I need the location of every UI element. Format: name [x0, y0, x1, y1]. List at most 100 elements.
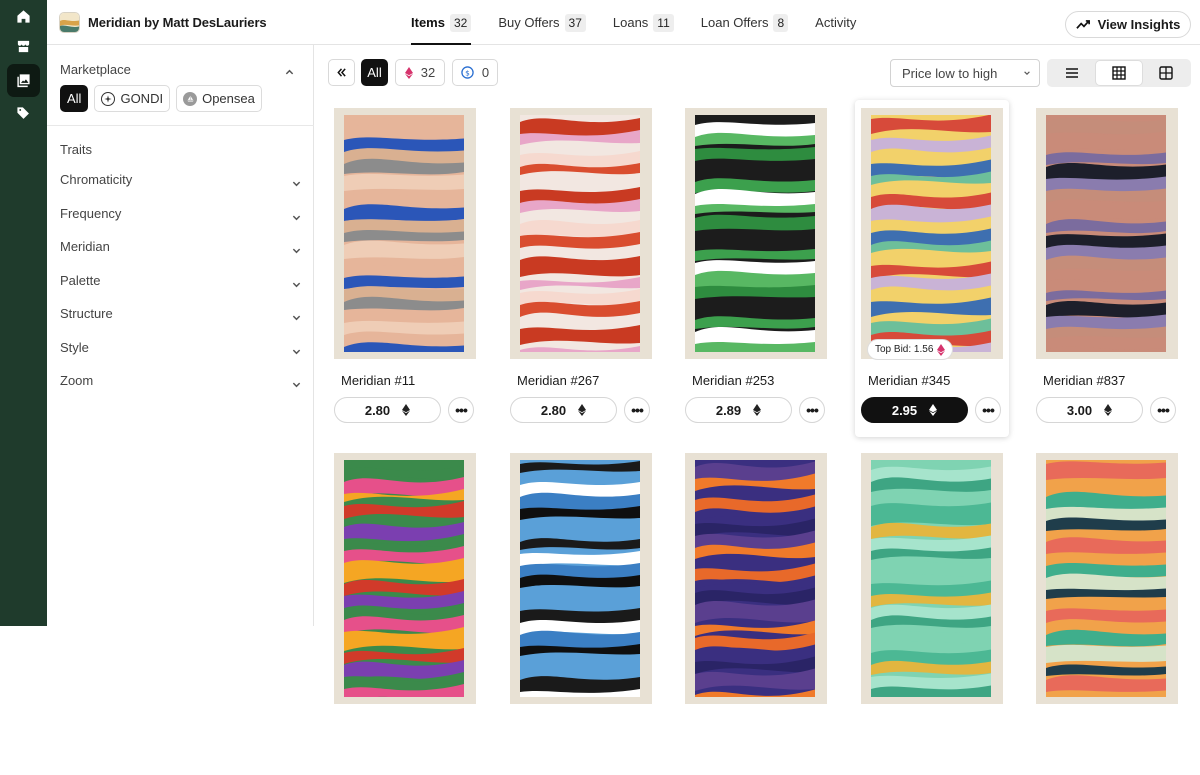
opensea-logo-icon — [183, 91, 198, 106]
list-view-button[interactable] — [1049, 61, 1095, 85]
view-insights-label: View Insights — [1097, 17, 1181, 32]
nft-card[interactable] — [855, 445, 1009, 775]
more-options-button[interactable]: ••• — [448, 397, 474, 423]
more-options-button[interactable]: ••• — [1150, 397, 1176, 423]
ellipsis-icon: ••• — [1157, 402, 1170, 418]
grid-small-view-button[interactable] — [1096, 61, 1142, 85]
trait-label: Meridian — [60, 239, 110, 254]
nft-card[interactable] — [679, 445, 833, 775]
nft-image[interactable] — [685, 453, 827, 704]
marketplace-options: All GONDI Opensea — [60, 85, 262, 112]
grid-large-view-button[interactable] — [1143, 61, 1189, 85]
nft-card[interactable] — [1030, 445, 1184, 775]
filter-all-label: All — [367, 65, 382, 80]
trait-filter-meridian[interactable]: Meridian — [60, 239, 301, 259]
marketplace-opensea-button[interactable]: Opensea — [176, 85, 262, 112]
nft-image[interactable] — [510, 453, 652, 704]
nft-card[interactable]: Meridian #11 2.80 ••• — [328, 100, 482, 437]
nft-card[interactable]: Meridian #267 2.80 ••• — [504, 100, 658, 437]
chevron-down-icon — [292, 349, 301, 355]
tab-count: 8 — [773, 13, 789, 32]
trait-filter-style[interactable]: Style — [60, 340, 301, 360]
gallery-icon — [17, 74, 30, 88]
nft-artwork — [871, 115, 991, 352]
tab-label: Activity — [815, 15, 857, 30]
tab-loan-offers[interactable]: Loan Offers 8 — [700, 0, 789, 45]
tab-activity[interactable]: Activity — [815, 0, 856, 45]
trait-filter-structure[interactable]: Structure — [60, 306, 301, 326]
tags-icon — [17, 107, 29, 119]
filter-currency-usdc-button[interactable]: $ 0 — [452, 59, 498, 86]
more-options-button[interactable]: ••• — [799, 397, 825, 423]
filter-count: 32 — [420, 65, 436, 80]
home-nav-button[interactable] — [7, 0, 40, 33]
nft-image[interactable] — [334, 453, 476, 704]
trait-label: Frequency — [60, 206, 122, 221]
eth-diamond-icon — [578, 404, 587, 416]
sort-selected-value: Price low to high — [902, 65, 998, 81]
nft-artwork — [344, 115, 464, 352]
nft-image[interactable] — [510, 108, 652, 359]
filter-sidebar: Marketplace All GONDI Opensea Traits Chr… — [47, 45, 314, 626]
trait-filter-frequency[interactable]: Frequency — [60, 206, 301, 226]
more-options-button[interactable]: ••• — [624, 397, 650, 423]
filter-currency-eth-button[interactable]: 32 — [395, 59, 445, 86]
marketplace-collapse-toggle[interactable] — [285, 64, 294, 75]
top-bid-badge: Top Bid: 1.56 — [868, 340, 953, 359]
store-nav-button[interactable] — [7, 30, 40, 63]
nft-image[interactable] — [861, 108, 1003, 359]
price-value: 2.95 — [891, 402, 918, 418]
top-bar: Meridian by Matt DesLauriers Items 32 Bu… — [47, 0, 1200, 45]
collections-nav-button[interactable] — [7, 64, 40, 97]
nft-card[interactable] — [504, 445, 658, 775]
buy-price-button[interactable]: 2.80 — [334, 397, 441, 423]
marketplace-all-button[interactable]: All — [60, 85, 89, 112]
nft-card[interactable]: Top Bid: 1.56 Meridian #345 2.95 ••• — [855, 100, 1009, 437]
buy-price-button[interactable]: 2.89 — [685, 397, 792, 423]
view-insights-button[interactable]: View Insights — [1065, 11, 1191, 38]
trait-filter-palette[interactable]: Palette — [60, 273, 301, 293]
marketplace-gondi-button[interactable]: GONDI — [94, 85, 171, 112]
marketplace-label: Opensea — [202, 91, 255, 106]
trait-filter-zoom[interactable]: Zoom — [60, 373, 301, 393]
sort-dropdown[interactable]: Price low to high — [890, 59, 1040, 87]
grid-large-icon — [1159, 66, 1173, 80]
collection-logo — [59, 12, 80, 33]
more-options-button[interactable]: ••• — [975, 397, 1001, 423]
tab-loans[interactable]: Loans 11 — [613, 0, 674, 45]
tab-count: 32 — [449, 13, 472, 32]
tab-buy-offers[interactable]: Buy Offers 37 — [498, 0, 586, 45]
buy-price-button[interactable]: 2.80 — [510, 397, 617, 423]
nft-image[interactable] — [861, 453, 1003, 704]
nft-card[interactable] — [328, 445, 482, 775]
nft-image[interactable] — [685, 108, 827, 359]
trait-label: Zoom — [60, 373, 94, 388]
eth-diamond-icon — [937, 343, 946, 356]
price-value: 3.00 — [1066, 402, 1093, 418]
collapse-sidebar-button[interactable] — [328, 59, 355, 86]
nft-name: Meridian #253 — [692, 373, 775, 388]
tab-items[interactable]: Items 32 — [411, 0, 472, 45]
store-icon — [17, 40, 30, 53]
nft-image[interactable] — [1036, 108, 1178, 359]
offers-nav-button[interactable] — [7, 96, 40, 129]
nft-image[interactable] — [1036, 453, 1178, 704]
nft-name: Meridian #837 — [1043, 373, 1126, 388]
buy-price-button[interactable]: 3.00 — [1036, 397, 1143, 423]
trait-label: Structure — [60, 306, 113, 321]
nft-artwork — [1046, 460, 1166, 697]
tab-label: Loan Offers — [700, 15, 769, 30]
nft-card[interactable]: Meridian #253 2.89 ••• — [679, 100, 833, 437]
nft-artwork — [695, 460, 815, 697]
ellipsis-icon: ••• — [631, 402, 644, 418]
filter-all-button[interactable]: All — [361, 59, 388, 86]
nft-artwork — [520, 460, 640, 697]
trait-label: Style — [60, 340, 89, 355]
trait-filter-chromaticity[interactable]: Chromaticity — [60, 172, 301, 192]
chevron-down-icon — [292, 282, 301, 288]
nft-card[interactable]: Meridian #837 3.00 ••• — [1030, 100, 1184, 437]
buy-price-button[interactable]: 2.95 — [861, 397, 968, 423]
items-panel: All 32 $ 0 Price low to high Meridian #1… — [315, 45, 1200, 704]
collection-name: Meridian by Matt DesLauriers — [88, 15, 267, 30]
nft-image[interactable] — [334, 108, 476, 359]
